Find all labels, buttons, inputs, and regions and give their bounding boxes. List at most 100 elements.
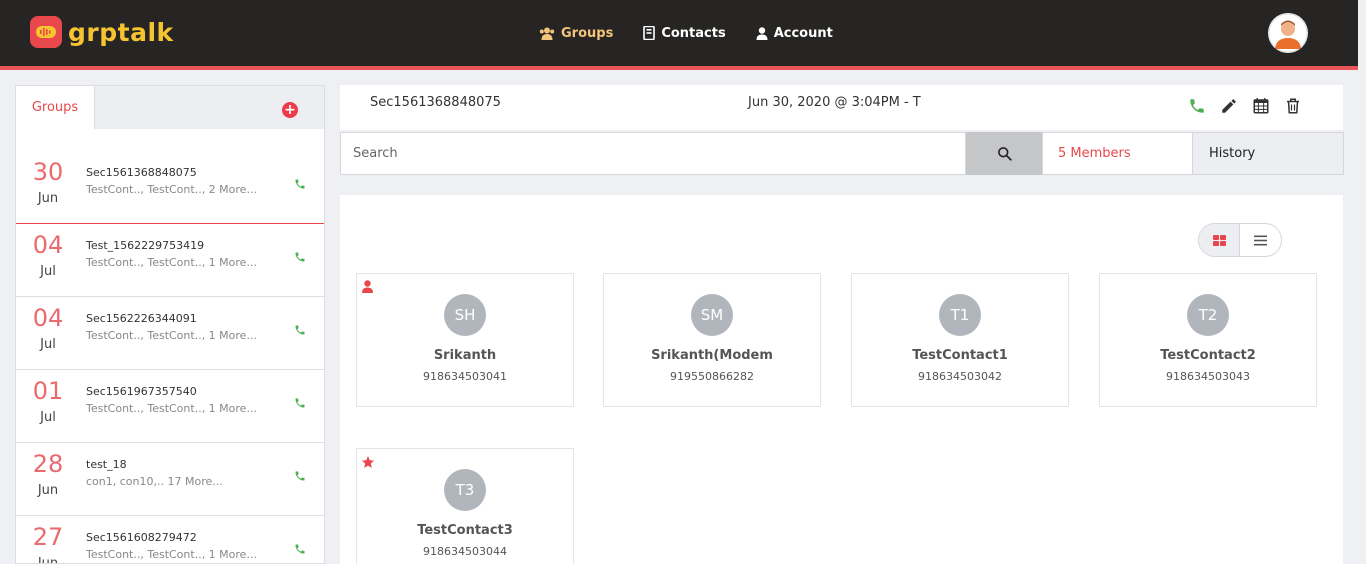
phone-icon[interactable] bbox=[294, 397, 306, 409]
group-name: Test_1562229753419 bbox=[86, 239, 205, 252]
search-input[interactable] bbox=[340, 132, 966, 175]
group-datetime: Jun 30, 2020 @ 3:04PM - T bbox=[748, 95, 921, 110]
trash-icon[interactable] bbox=[1284, 97, 1302, 115]
member-card[interactable]: SH Srikanth 918634503041 bbox=[356, 273, 574, 407]
member-name: Srikanth(Modem bbox=[651, 348, 773, 363]
member-avatar: T1 bbox=[939, 294, 981, 336]
phone-icon[interactable] bbox=[294, 324, 306, 336]
group-month: Jun bbox=[37, 483, 59, 498]
group-detail-header: Sec1561368848075 Jun 30, 2020 @ 3:04PM -… bbox=[340, 85, 1343, 130]
member-avatar: T3 bbox=[444, 469, 486, 511]
member-avatar: SH bbox=[444, 294, 486, 336]
grid-icon bbox=[1212, 234, 1226, 246]
nav-contacts-label: Contacts bbox=[661, 25, 726, 41]
group-month: Jun bbox=[37, 556, 59, 564]
sidebar-header: Groups + bbox=[16, 86, 324, 129]
group-members: TestCont.., TestCont.., 2 More... bbox=[86, 183, 257, 196]
group-month: Jul bbox=[40, 264, 56, 279]
member-phone: 918634503042 bbox=[918, 370, 1002, 383]
group-month: Jul bbox=[40, 410, 56, 425]
tab-members-label: 5 Members bbox=[1058, 146, 1131, 161]
member-name: TestContact1 bbox=[912, 348, 1008, 363]
phone-icon[interactable] bbox=[294, 178, 306, 190]
plus-circle-icon[interactable]: + bbox=[282, 102, 298, 118]
user-icon bbox=[362, 280, 373, 293]
phone-icon[interactable] bbox=[1188, 97, 1206, 115]
top-navbar: grptalk Groups Contacts Account bbox=[0, 0, 1358, 66]
group-item[interactable]: 04 Jul Test_1562229753419 TestCont.., Te… bbox=[16, 224, 324, 297]
tab-history[interactable]: History bbox=[1192, 132, 1344, 175]
pencil-icon[interactable] bbox=[1220, 97, 1238, 115]
member-avatar: T2 bbox=[1187, 294, 1229, 336]
group-name: test_18 bbox=[86, 458, 127, 471]
member-phone: 918634503043 bbox=[1166, 370, 1250, 383]
group-members: con1, con10,.. 17 More... bbox=[86, 475, 223, 488]
members-panel: SH Srikanth 918634503041 SM Srikanth(Mod… bbox=[340, 195, 1343, 564]
user-icon bbox=[756, 26, 768, 40]
group-item[interactable]: 01 Jul Sec1561967357540 TestCont.., Test… bbox=[16, 370, 324, 443]
group-actions bbox=[1188, 97, 1316, 115]
user-avatar[interactable] bbox=[1268, 13, 1308, 53]
tab-groups[interactable]: Groups bbox=[16, 86, 95, 129]
group-month: Jul bbox=[40, 337, 56, 352]
group-name: Sec1561967357540 bbox=[86, 385, 197, 398]
group-item[interactable]: 28 Jun test_18 con1, con10,.. 17 More... bbox=[16, 443, 324, 516]
group-members: TestCont.., TestCont.., 1 More... bbox=[86, 548, 257, 561]
group-day: 28 bbox=[32, 450, 64, 478]
tab-members[interactable]: 5 Members bbox=[1042, 132, 1193, 175]
list-view-button[interactable] bbox=[1240, 224, 1281, 256]
group-item[interactable]: 27 Jun Sec1561608279472 TestCont.., Test… bbox=[16, 516, 324, 564]
member-card[interactable]: SM Srikanth(Modem 919550866282 bbox=[603, 273, 821, 407]
group-name: Sec1561368848075 bbox=[86, 166, 197, 179]
group-day: 27 bbox=[32, 523, 64, 551]
member-name: TestContact3 bbox=[417, 523, 513, 538]
nav-account[interactable]: Account bbox=[756, 26, 833, 41]
nav-contacts[interactable]: Contacts bbox=[643, 25, 726, 41]
search-button[interactable] bbox=[966, 132, 1042, 175]
star-icon bbox=[361, 456, 375, 468]
group-members: TestCont.., TestCont.., 1 More... bbox=[86, 402, 257, 415]
member-phone: 918634503044 bbox=[423, 545, 507, 558]
group-day: 30 bbox=[32, 158, 64, 186]
group-day: 04 bbox=[32, 304, 64, 332]
tab-history-label: History bbox=[1209, 146, 1256, 161]
nav-accent-line bbox=[0, 66, 1358, 70]
member-name: Srikanth bbox=[433, 348, 497, 363]
member-phone: 918634503041 bbox=[423, 370, 507, 383]
logo-icon bbox=[30, 16, 62, 48]
users-icon bbox=[539, 27, 555, 40]
brand-name: grptalk bbox=[68, 17, 174, 47]
nav-account-label: Account bbox=[773, 25, 833, 41]
member-avatar: SM bbox=[691, 294, 733, 336]
phone-icon[interactable] bbox=[294, 470, 306, 482]
grid-view-button[interactable] bbox=[1199, 224, 1241, 256]
view-toggle bbox=[1198, 223, 1282, 257]
group-name: Sec1561608279472 bbox=[86, 531, 197, 544]
group-title: Sec1561368848075 bbox=[370, 95, 501, 110]
group-day: 04 bbox=[32, 231, 64, 259]
grptalk-logo[interactable]: grptalk bbox=[30, 16, 174, 48]
member-card[interactable]: T2 TestContact2 918634503043 bbox=[1099, 273, 1317, 407]
group-name: Sec1562226344091 bbox=[86, 312, 197, 325]
group-item[interactable]: 04 Jul Sec1562226344091 TestCont.., Test… bbox=[16, 297, 324, 370]
member-card[interactable]: T1 TestContact1 918634503042 bbox=[851, 273, 1069, 407]
group-members: TestCont.., TestCont.., 1 More... bbox=[86, 329, 257, 342]
address-book-icon bbox=[643, 26, 656, 40]
group-item[interactable]: 30 Jun Sec1561368848075 TestCont.., Test… bbox=[16, 151, 324, 224]
phone-icon[interactable] bbox=[294, 543, 306, 555]
nav-groups[interactable]: Groups bbox=[539, 26, 613, 41]
phone-icon[interactable] bbox=[294, 251, 306, 263]
members-toolbar: 5 Members History bbox=[340, 132, 1344, 175]
calendar-icon[interactable] bbox=[1252, 97, 1270, 115]
group-day: 01 bbox=[32, 377, 64, 405]
list-icon bbox=[1254, 235, 1267, 245]
groups-sidebar: Groups + 30 Jun Sec1561368848075 TestCon… bbox=[15, 85, 325, 564]
group-month: Jun bbox=[37, 191, 59, 206]
member-card[interactable]: T3 TestContact3 918634503044 bbox=[356, 448, 574, 564]
member-phone: 919550866282 bbox=[670, 370, 754, 383]
main-nav: Groups Contacts Account bbox=[539, 0, 863, 66]
nav-groups-label: Groups bbox=[561, 25, 614, 41]
tab-groups-label: Groups bbox=[31, 100, 79, 115]
group-members: TestCont.., TestCont.., 1 More... bbox=[86, 256, 257, 269]
member-name: TestContact2 bbox=[1160, 348, 1256, 363]
